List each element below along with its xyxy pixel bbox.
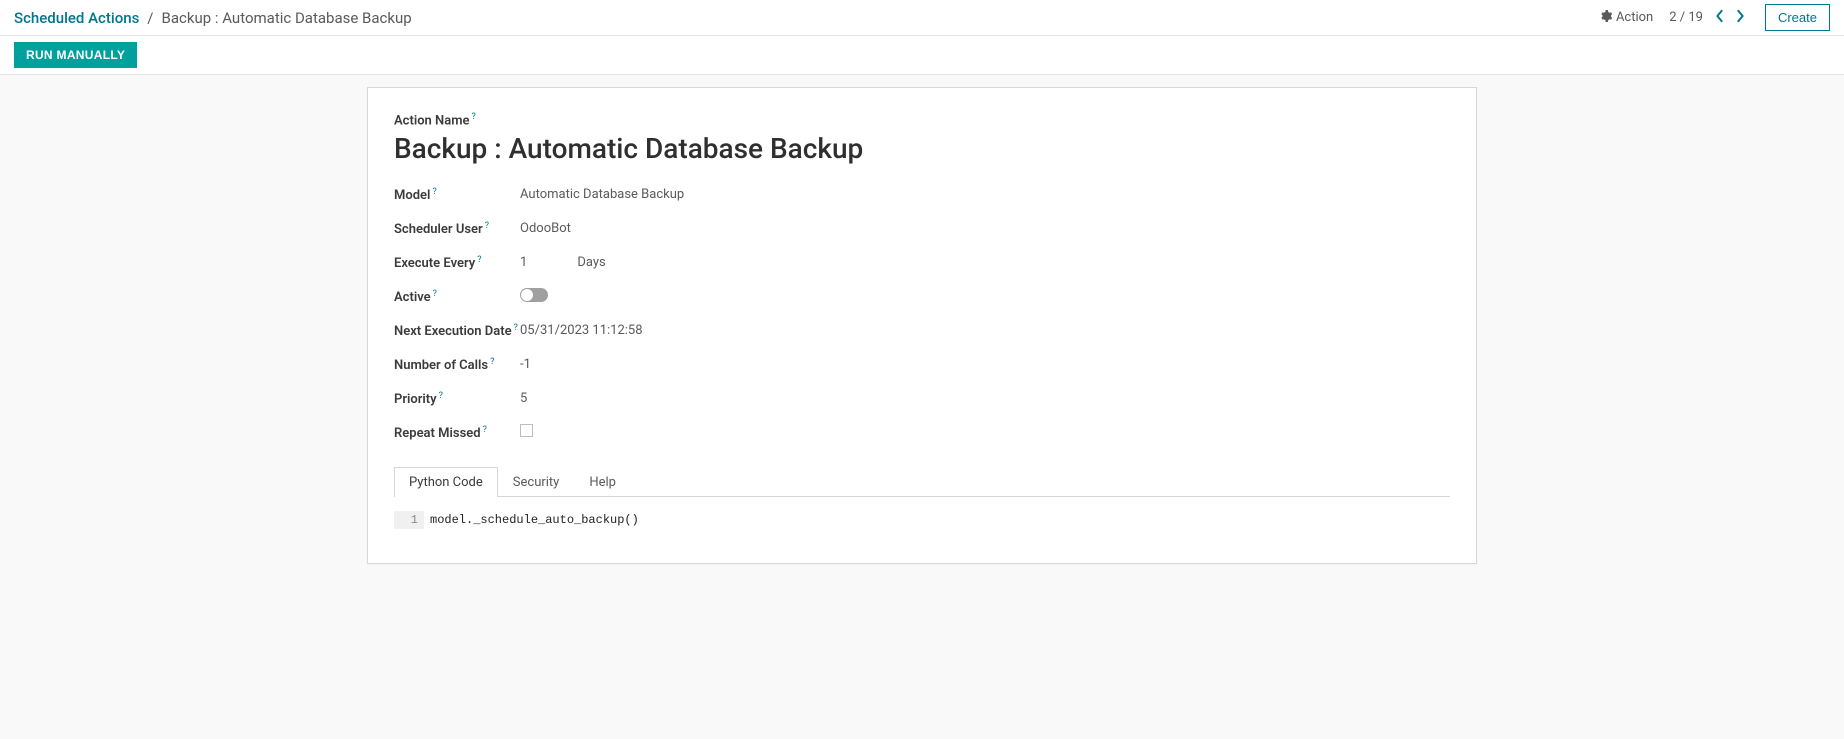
action-dropdown-label: Action (1616, 10, 1653, 25)
next-execution-label: Next Execution Date? (394, 324, 518, 339)
pager-position[interactable]: 2 / 19 (1669, 10, 1703, 25)
help-icon[interactable]: ? (514, 323, 518, 333)
page-title: Backup : Automatic Database Backup (394, 132, 1450, 166)
execute-every-value: 1 Days (520, 255, 1450, 270)
scheduler-user-label-text: Scheduler User (394, 222, 483, 237)
chevron-right-icon (1735, 9, 1745, 26)
help-icon[interactable]: ? (483, 425, 487, 435)
python-code-editor[interactable]: 1 model._schedule_auto_backup() (394, 511, 1450, 529)
form-view: Action Name? Backup : Automatic Database… (0, 75, 1844, 604)
gear-icon (1600, 10, 1612, 26)
execute-every-label: Execute Every? (394, 256, 482, 271)
pager-next-button[interactable] (1731, 7, 1749, 28)
repeat-missed-checkbox[interactable] (520, 424, 533, 437)
help-icon[interactable]: ? (433, 289, 437, 299)
chevron-left-icon (1715, 9, 1725, 26)
breadcrumb-current: Backup : Automatic Database Backup (162, 9, 412, 27)
interval-unit: Days (577, 255, 605, 270)
scheduler-user-label: Scheduler User? (394, 222, 489, 237)
scheduler-user-value: OdooBot (520, 221, 1450, 236)
help-icon[interactable]: ? (432, 187, 436, 197)
interval-number: 1 (520, 255, 527, 270)
help-icon[interactable]: ? (490, 357, 494, 367)
help-icon[interactable]: ? (472, 112, 476, 122)
number-of-calls-label: Number of Calls? (394, 358, 494, 373)
pager-prev-button[interactable] (1711, 7, 1729, 28)
action-dropdown[interactable]: Action (1600, 10, 1653, 26)
priority-label-text: Priority (394, 392, 437, 407)
tab-help[interactable]: Help (574, 467, 631, 497)
top-right-controls: Action 2 / 19 Create (1600, 4, 1830, 31)
active-label: Active? (394, 290, 437, 305)
priority-label: Priority? (394, 392, 443, 407)
code-line: model._schedule_auto_backup() (424, 511, 645, 529)
repeat-missed-label-text: Repeat Missed (394, 426, 481, 441)
breadcrumb-separator: / (147, 9, 153, 27)
model-value: Automatic Database Backup (520, 187, 1450, 202)
breadcrumb-root-link[interactable]: Scheduled Actions (14, 9, 139, 27)
number-of-calls-value: -1 (520, 357, 1450, 372)
action-name-label: Action Name? (394, 112, 1450, 128)
notebook-tabs: Python Code Security Help (394, 466, 1450, 497)
control-panel: Scheduled Actions / Backup : Automatic D… (0, 0, 1844, 36)
create-button[interactable]: Create (1765, 4, 1830, 31)
tab-python-code[interactable]: Python Code (394, 467, 498, 497)
pager: 2 / 19 (1669, 7, 1749, 28)
help-icon[interactable]: ? (477, 255, 481, 265)
help-icon[interactable]: ? (485, 221, 489, 231)
action-name-label-text: Action Name (394, 113, 470, 128)
model-label-text: Model (394, 188, 430, 203)
number-of-calls-label-text: Number of Calls (394, 358, 488, 373)
breadcrumb: Scheduled Actions / Backup : Automatic D… (14, 9, 412, 27)
execute-every-label-text: Execute Every (394, 256, 475, 271)
form-sheet: Action Name? Backup : Automatic Database… (367, 87, 1477, 564)
repeat-missed-label: Repeat Missed? (394, 426, 487, 441)
run-manually-button[interactable]: RUN MANUALLY (14, 42, 137, 68)
tab-security[interactable]: Security (498, 467, 575, 497)
next-execution-label-text: Next Execution Date (394, 324, 512, 339)
help-icon[interactable]: ? (439, 391, 443, 401)
code-gutter: 1 (394, 511, 424, 529)
next-execution-value: 05/31/2023 11:12:58 (520, 323, 1450, 338)
active-label-text: Active (394, 290, 431, 305)
model-label: Model? (394, 188, 437, 203)
active-toggle[interactable] (520, 288, 548, 302)
priority-value: 5 (520, 391, 1450, 406)
statusbar: RUN MANUALLY (0, 36, 1844, 75)
